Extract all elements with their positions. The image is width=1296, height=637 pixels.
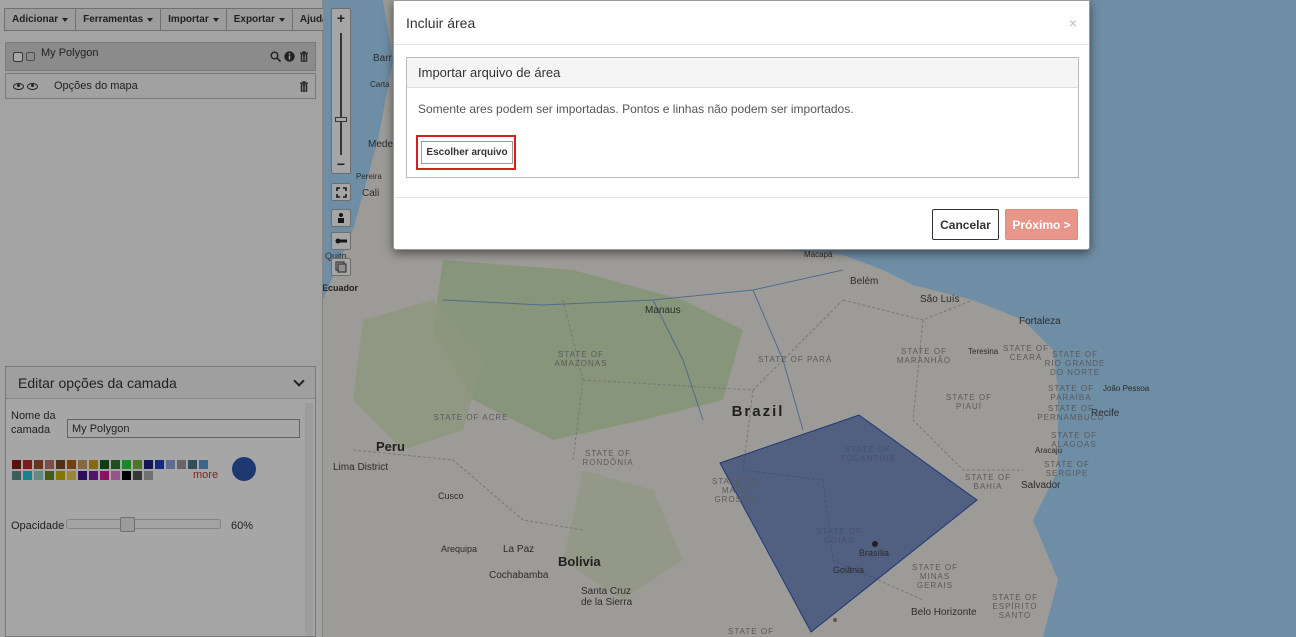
dialog-title: Incluir área (406, 14, 476, 31)
dialog-header: Incluir área × (394, 1, 1089, 45)
import-panel-title: Importar arquivo de área (407, 58, 1078, 88)
import-panel: Importar arquivo de área Somente ares po… (406, 57, 1079, 178)
close-icon[interactable]: × (1069, 15, 1077, 31)
choose-file-highlight: Escolher arquivo (416, 135, 516, 170)
cancel-button[interactable]: Cancelar (932, 209, 999, 240)
include-area-dialog: Incluir área × Importar arquivo de área … (393, 0, 1090, 250)
next-button[interactable]: Próximo > (1005, 209, 1078, 240)
import-info-text: Somente ares podem ser importadas. Ponto… (418, 102, 854, 116)
choose-file-button[interactable]: Escolher arquivo (421, 141, 513, 164)
dialog-footer: Cancelar Próximo > (394, 197, 1089, 250)
